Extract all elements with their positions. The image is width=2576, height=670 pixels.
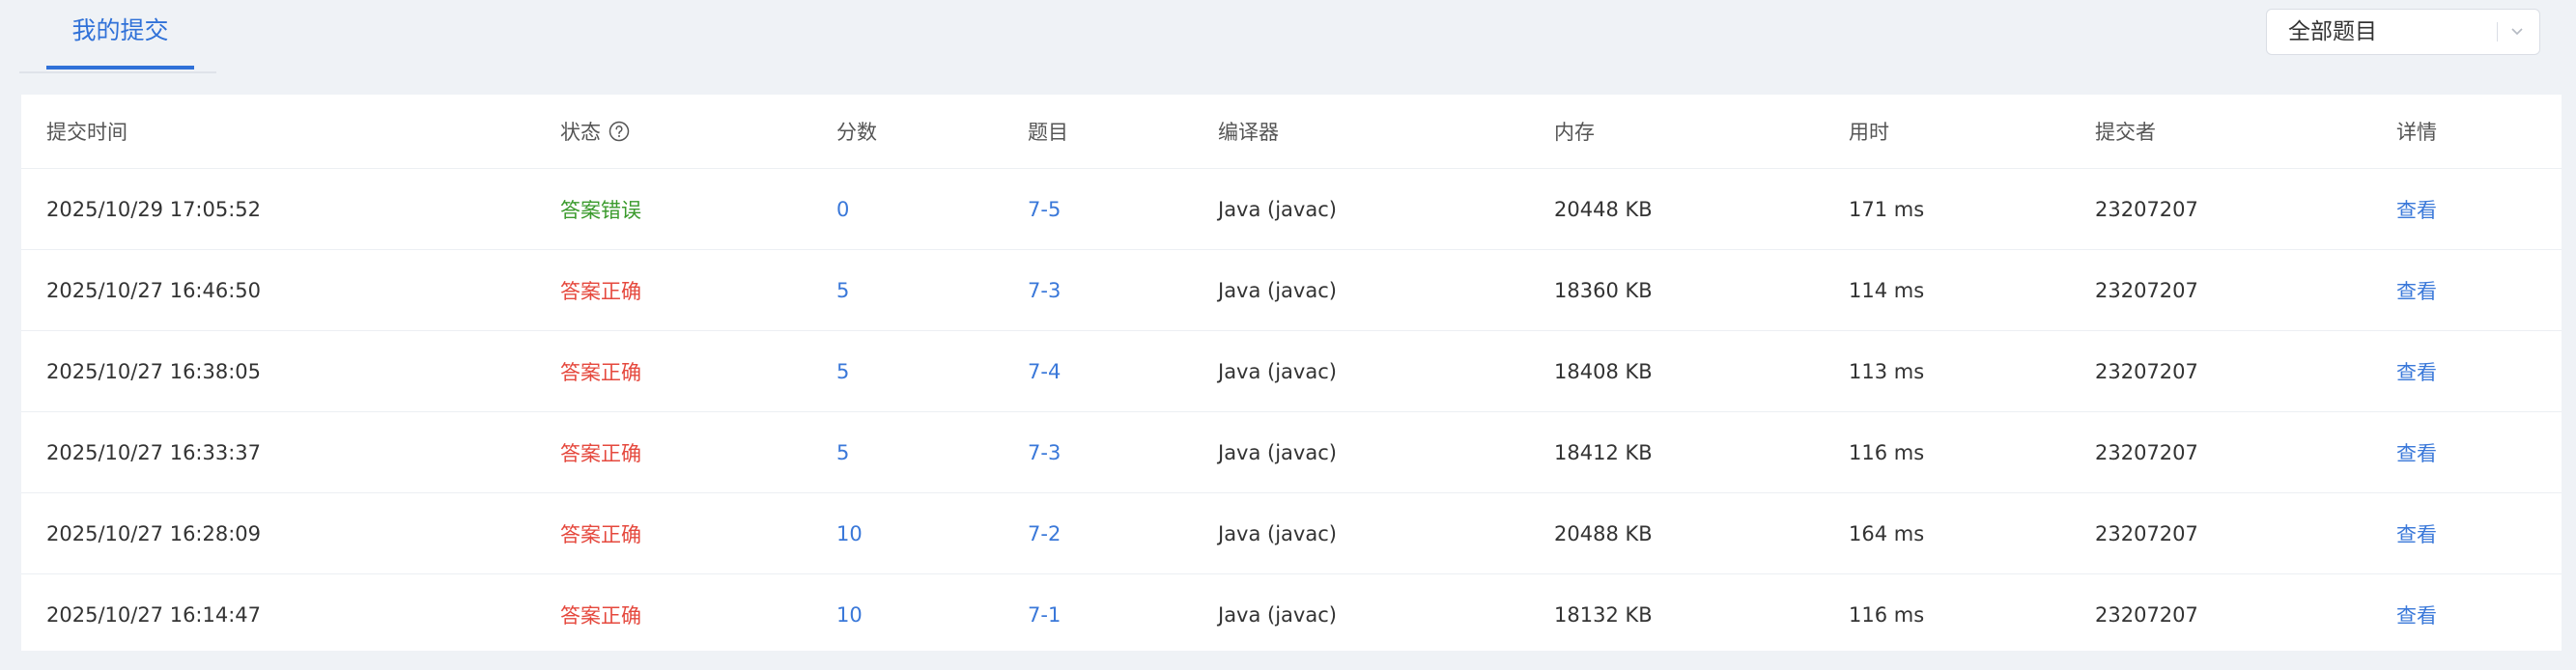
score-link[interactable]: 0 xyxy=(836,169,849,249)
submitter: 23207207 xyxy=(2095,603,2198,627)
submit-time: 2025/10/27 16:28:09 xyxy=(46,521,262,545)
score-link[interactable]: 5 xyxy=(836,331,849,411)
view-detail-link[interactable]: 查看 xyxy=(2396,169,2437,249)
submit-time: 2025/10/27 16:38:05 xyxy=(46,359,262,383)
score-link[interactable]: 10 xyxy=(836,574,863,656)
submitter: 23207207 xyxy=(2095,521,2198,545)
problem-filter-value: 全部题目 xyxy=(2288,19,2377,44)
view-detail-link[interactable]: 查看 xyxy=(2396,493,2437,573)
header-compiler: 编译器 xyxy=(1218,121,1279,144)
table-row: 2025/10/27 16:33:37 答案正确 5 7-3 Java (jav… xyxy=(21,412,2562,493)
question-circle-icon[interactable] xyxy=(609,121,630,142)
chevron-down-icon xyxy=(2511,28,2523,36)
table-header: 提交时间 状态 分数 题目 编译器 内存 用时 提交者 详情 xyxy=(21,95,2562,169)
status-text: 答案正确 xyxy=(560,604,641,628)
table-row: 2025/10/29 17:05:52 答案错误 0 7-5 Java (jav… xyxy=(21,169,2562,250)
submissions-table: 提交时间 状态 分数 题目 编译器 内存 用时 提交者 详情 2025/10/2… xyxy=(21,95,2562,651)
table-row: 2025/10/27 16:46:50 答案正确 5 7-3 Java (jav… xyxy=(21,250,2562,331)
compiler: Java (javac) xyxy=(1218,521,1337,545)
view-detail-link[interactable]: 查看 xyxy=(2396,331,2437,411)
problem-link[interactable]: 7-5 xyxy=(1028,169,1061,249)
table-row: 2025/10/27 16:28:09 答案正确 10 7-2 Java (ja… xyxy=(21,493,2562,574)
status-text: 答案错误 xyxy=(560,198,641,222)
compiler: Java (javac) xyxy=(1218,359,1337,383)
compiler: Java (javac) xyxy=(1218,197,1337,221)
submitter: 23207207 xyxy=(2095,197,2198,221)
duration: 114 ms xyxy=(1849,278,1925,302)
view-detail-link[interactable]: 查看 xyxy=(2396,412,2437,492)
duration: 116 ms xyxy=(1849,603,1925,627)
status-text: 答案正确 xyxy=(560,441,641,465)
tab-my-submissions[interactable]: 我的提交 xyxy=(46,0,194,70)
status-text: 答案正确 xyxy=(560,522,641,546)
compiler: Java (javac) xyxy=(1218,278,1337,302)
problem-filter-select[interactable]: 全部题目 xyxy=(2266,9,2540,55)
compiler: Java (javac) xyxy=(1218,603,1337,627)
header-score: 分数 xyxy=(836,121,877,144)
duration: 171 ms xyxy=(1849,197,1925,221)
header-submit-time: 提交时间 xyxy=(46,121,127,144)
duration: 113 ms xyxy=(1849,359,1925,383)
submit-time: 2025/10/27 16:46:50 xyxy=(46,278,262,302)
header-memory: 内存 xyxy=(1554,121,1595,144)
duration: 116 ms xyxy=(1849,440,1925,464)
header-problem: 题目 xyxy=(1028,121,1068,144)
problem-link[interactable]: 7-3 xyxy=(1028,412,1061,492)
submit-time: 2025/10/29 17:05:52 xyxy=(46,197,262,221)
memory: 18408 KB xyxy=(1554,359,1653,383)
score-link[interactable]: 5 xyxy=(836,412,849,492)
score-link[interactable]: 10 xyxy=(836,493,863,573)
compiler: Java (javac) xyxy=(1218,440,1337,464)
view-detail-link[interactable]: 查看 xyxy=(2396,574,2437,656)
problem-link[interactable]: 7-2 xyxy=(1028,493,1061,573)
submit-time: 2025/10/27 16:33:37 xyxy=(46,440,262,464)
memory: 20448 KB xyxy=(1554,197,1653,221)
submitter: 23207207 xyxy=(2095,440,2198,464)
submitter: 23207207 xyxy=(2095,359,2198,383)
tab-bar: 我的提交 xyxy=(19,0,216,73)
problem-link[interactable]: 7-4 xyxy=(1028,331,1061,411)
header-duration: 用时 xyxy=(1849,121,1889,144)
submit-time: 2025/10/27 16:14:47 xyxy=(46,603,262,627)
problem-link[interactable]: 7-1 xyxy=(1028,574,1061,656)
select-divider xyxy=(2497,22,2498,42)
table-row: 2025/10/27 16:14:47 答案正确 10 7-1 Java (ja… xyxy=(21,574,2562,656)
table-row: 2025/10/27 16:38:05 答案正确 5 7-4 Java (jav… xyxy=(21,331,2562,412)
memory: 18412 KB xyxy=(1554,440,1653,464)
header-detail: 详情 xyxy=(2396,121,2437,144)
header-status-label: 状态 xyxy=(560,121,601,144)
problem-link[interactable]: 7-3 xyxy=(1028,250,1061,330)
status-text: 答案正确 xyxy=(560,360,641,384)
memory: 18132 KB xyxy=(1554,603,1653,627)
view-detail-link[interactable]: 查看 xyxy=(2396,250,2437,330)
memory: 18360 KB xyxy=(1554,278,1653,302)
status-text: 答案正确 xyxy=(560,279,641,303)
duration: 164 ms xyxy=(1849,521,1925,545)
memory: 20488 KB xyxy=(1554,521,1653,545)
submitter: 23207207 xyxy=(2095,278,2198,302)
header-submitter: 提交者 xyxy=(2095,121,2156,144)
score-link[interactable]: 5 xyxy=(836,250,849,330)
header-status: 状态 xyxy=(560,95,630,168)
